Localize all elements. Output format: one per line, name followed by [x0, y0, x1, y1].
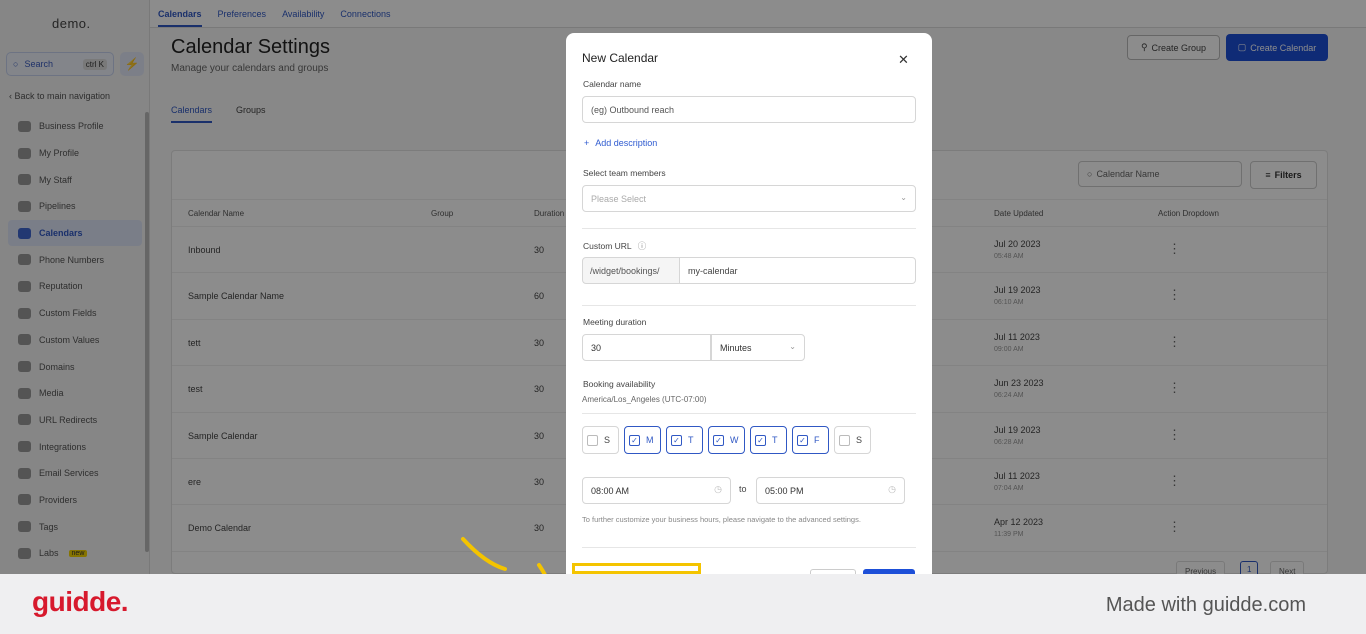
day-checkbox[interactable]: S — [582, 426, 619, 454]
calendar-name-label: Calendar name — [583, 79, 642, 89]
day-label: W — [730, 435, 739, 445]
meeting-duration-label: Meeting duration — [583, 317, 647, 327]
guidde-logo: guidde. — [32, 586, 129, 617]
checked-icon: ✓ — [755, 434, 766, 446]
chevron-down-icon: ⌄ — [789, 342, 796, 351]
to-label: to — [739, 484, 747, 494]
custom-url-label-text: Custom URL — [583, 241, 632, 251]
unchecked-icon — [587, 434, 598, 446]
divider — [582, 547, 916, 548]
app-window: demo. ○ Search ctrl K ⚡ ‹ Back to main n… — [0, 0, 1366, 634]
modal-title: New Calendar — [582, 51, 659, 65]
team-members-label: Select team members — [583, 168, 666, 178]
day-label: S — [856, 435, 863, 445]
day-checkbox[interactable]: ✓ F — [792, 426, 829, 454]
add-description-link[interactable]: + Add description — [584, 138, 657, 148]
day-checkbox[interactable]: ✓ M — [624, 426, 661, 454]
url-prefix: /widget/bookings/ — [582, 257, 680, 284]
add-description-label: Add description — [595, 138, 658, 148]
day-checkbox[interactable]: ✓ T — [666, 426, 703, 454]
calendar-name-input[interactable]: (eg) Outbound reach — [582, 96, 916, 123]
new-calendar-modal: New Calendar ✕ Calendar name (eg) Outbou… — [566, 33, 932, 574]
calendar-name-placeholder: (eg) Outbound reach — [591, 104, 675, 115]
day-checkbox[interactable]: ✓ T — [750, 426, 787, 454]
start-time-value: 08:00 AM — [591, 485, 630, 496]
day-label: F — [814, 435, 820, 445]
business-hours-hint: To further customize your business hours… — [582, 515, 861, 524]
unchecked-icon — [839, 434, 850, 446]
footer-banner: guidde. Made with guidde.com — [0, 574, 1366, 634]
timezone-text: America/Los_Angeles (UTC-07:00) — [582, 395, 707, 404]
team-members-placeholder: Please Select — [591, 193, 647, 204]
day-label: S — [604, 435, 611, 445]
checked-icon: ✓ — [713, 434, 724, 446]
checked-icon: ✓ — [671, 434, 682, 446]
close-icon[interactable]: ✕ — [898, 52, 909, 68]
duration-unit-value: Minutes — [720, 342, 752, 353]
duration-unit-select[interactable]: Minutes ⌄ — [711, 334, 805, 361]
checked-icon: ✓ — [629, 434, 640, 446]
guide-arrow — [461, 537, 547, 575]
start-time-input[interactable]: 08:00 AM ◷ — [582, 477, 731, 504]
plus-icon: + — [584, 138, 590, 148]
custom-url-label: Custom URL ⓘ — [583, 240, 646, 252]
highlighted-button[interactable] — [572, 563, 701, 574]
day-checkbox[interactable]: S — [834, 426, 871, 454]
divider — [582, 413, 916, 414]
checked-icon: ✓ — [797, 434, 808, 446]
duration-input[interactable]: 30 — [582, 334, 711, 361]
info-icon: ⓘ — [637, 241, 647, 251]
clock-icon: ◷ — [714, 484, 722, 494]
team-members-select[interactable]: Please Select ⌄ — [582, 185, 916, 212]
weekday-selector: S ✓ M ✓ T ✓ W ✓ T ✓ F S — [582, 426, 871, 454]
day-label: M — [646, 435, 654, 445]
day-checkbox[interactable]: ✓ W — [708, 426, 745, 454]
made-with-text: Made with guidde.com — [1105, 594, 1306, 616]
end-time-input[interactable]: 05:00 PM ◷ — [756, 477, 905, 504]
custom-url-input[interactable]: my-calendar — [680, 257, 916, 284]
day-label: T — [772, 435, 778, 445]
end-time-value: 05:00 PM — [765, 485, 804, 496]
day-label: T — [688, 435, 694, 445]
divider — [582, 228, 916, 229]
divider — [582, 305, 916, 306]
booking-availability-label: Booking availability — [583, 379, 656, 389]
chevron-down-icon: ⌄ — [900, 193, 907, 202]
clock-icon: ◷ — [888, 484, 896, 494]
